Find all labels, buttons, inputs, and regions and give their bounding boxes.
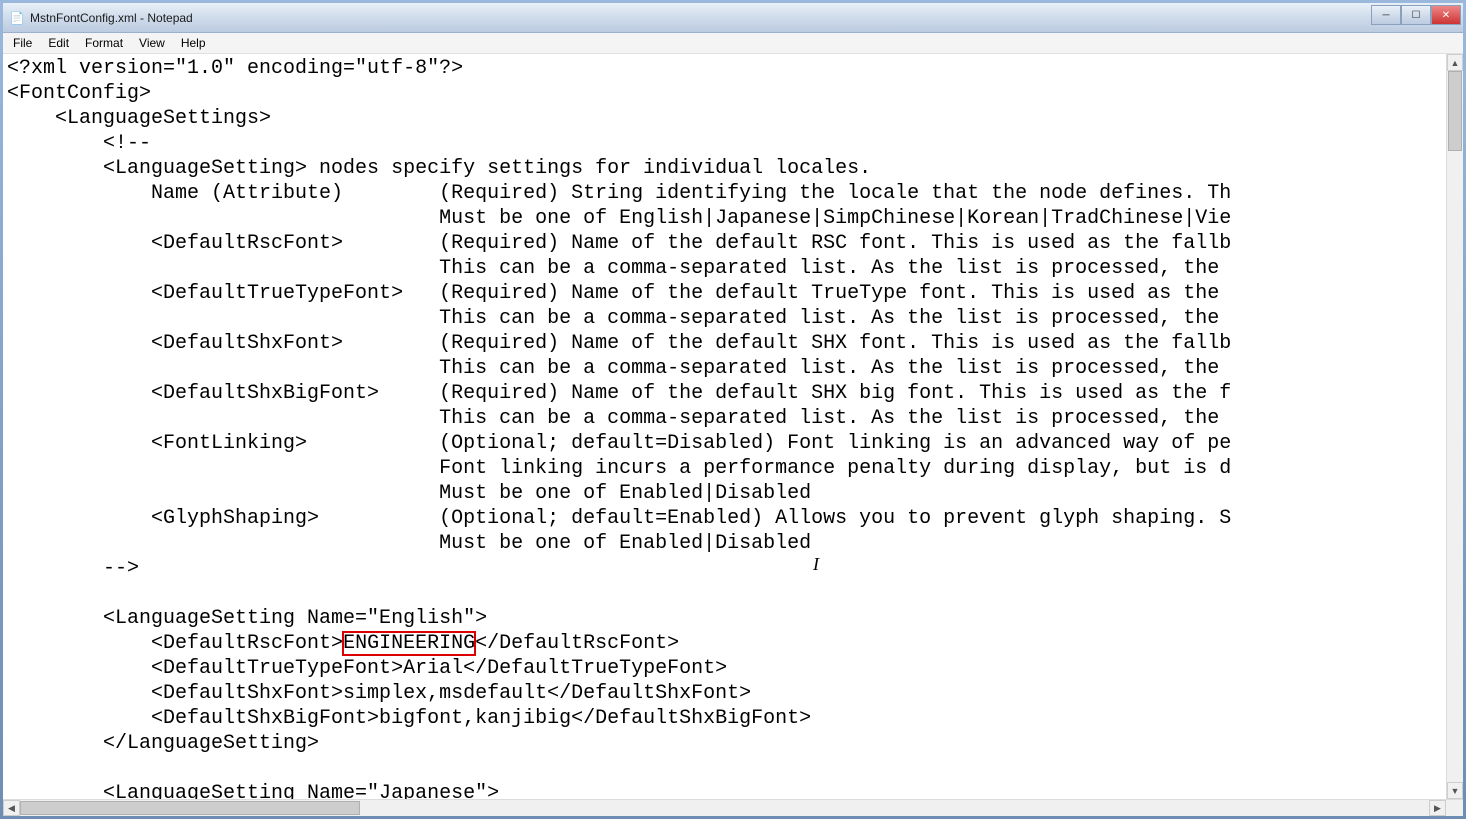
- horizontal-scroll-track[interactable]: [20, 800, 1429, 816]
- code-line: <DefaultTrueTypeFont>Arial</DefaultTrueT…: [7, 657, 727, 680]
- menu-view[interactable]: View: [131, 34, 173, 52]
- app-window: 📄 MstnFontConfig.xml - Notepad ─ ☐ ✕ Fil…: [0, 0, 1466, 819]
- code-line: Name (Attribute) (Required) String ident…: [7, 182, 1231, 205]
- code-line: -->: [7, 557, 139, 580]
- content-area: <?xml version="1.0" encoding="utf-8"?> <…: [3, 54, 1463, 799]
- titlebar[interactable]: 📄 MstnFontConfig.xml - Notepad ─ ☐ ✕: [3, 3, 1463, 33]
- scroll-right-button[interactable]: ▶: [1429, 800, 1446, 816]
- code-line: This can be a comma-separated list. As t…: [7, 407, 1231, 430]
- code-line: <DefaultShxBigFont>bigfont,kanjibig</Def…: [7, 707, 811, 730]
- text-cursor-icon: I: [813, 552, 819, 577]
- code-line: <DefaultRscFont> (Required) Name of the …: [7, 232, 1231, 255]
- code-line: Must be one of English|Japanese|SimpChin…: [7, 207, 1231, 230]
- code-line: Must be one of Enabled|Disabled: [7, 532, 811, 555]
- code-line: This can be a comma-separated list. As t…: [7, 307, 1231, 330]
- code-line: <GlyphShaping> (Optional; default=Enable…: [7, 507, 1231, 530]
- window-controls: ─ ☐ ✕: [1371, 5, 1461, 25]
- code-line-part: <DefaultRscFont>: [7, 632, 343, 655]
- code-line: [7, 757, 103, 780]
- vertical-scroll-thumb[interactable]: [1448, 71, 1462, 151]
- code-line: <LanguageSetting Name="English">: [7, 607, 487, 630]
- notepad-icon: 📄: [9, 10, 25, 26]
- minimize-button[interactable]: ─: [1371, 5, 1401, 25]
- code-line: This can be a comma-separated list. As t…: [7, 357, 1231, 380]
- code-line: <DefaultShxBigFont> (Required) Name of t…: [7, 382, 1231, 405]
- code-line-part: </DefaultRscFont>: [475, 632, 679, 655]
- code-line: <?xml version="1.0" encoding="utf-8"?>: [7, 57, 463, 80]
- menu-help[interactable]: Help: [173, 34, 214, 52]
- code-line: Must be one of Enabled|Disabled: [7, 482, 811, 505]
- horizontal-scrollbar[interactable]: ◀ ▶: [3, 799, 1463, 816]
- code-line: <FontConfig>: [7, 82, 151, 105]
- scroll-corner: [1446, 800, 1463, 816]
- text-editor[interactable]: <?xml version="1.0" encoding="utf-8"?> <…: [3, 54, 1446, 799]
- code-line: <!--: [7, 132, 151, 155]
- code-line: <DefaultShxFont>simplex,msdefault</Defau…: [7, 682, 751, 705]
- horizontal-scroll-thumb[interactable]: [20, 801, 360, 815]
- code-line: </LanguageSetting>: [7, 732, 319, 755]
- code-line: <LanguageSetting> nodes specify settings…: [7, 157, 871, 180]
- scroll-left-button[interactable]: ◀: [3, 800, 20, 816]
- maximize-button[interactable]: ☐: [1401, 5, 1431, 25]
- code-line: <DefaultTrueTypeFont> (Required) Name of…: [7, 282, 1231, 305]
- highlighted-text: ENGINEERING: [343, 632, 475, 655]
- code-line: <DefaultShxFont> (Required) Name of the …: [7, 332, 1231, 355]
- code-line: Font linking incurs a performance penalt…: [7, 457, 1231, 480]
- code-line: <FontLinking> (Optional; default=Disable…: [7, 432, 1231, 455]
- menubar: File Edit Format View Help: [3, 33, 1463, 54]
- code-line: [7, 582, 103, 605]
- scroll-down-button[interactable]: ▼: [1447, 782, 1463, 799]
- window-title: MstnFontConfig.xml - Notepad: [30, 11, 193, 25]
- vertical-scrollbar[interactable]: ▲ ▼: [1446, 54, 1463, 799]
- menu-edit[interactable]: Edit: [40, 34, 77, 52]
- menu-file[interactable]: File: [5, 34, 40, 52]
- close-button[interactable]: ✕: [1431, 5, 1461, 25]
- code-line: <LanguageSettings>: [7, 107, 271, 130]
- code-line: <LanguageSetting Name="Japanese">: [7, 782, 499, 799]
- menu-format[interactable]: Format: [77, 34, 131, 52]
- code-line: This can be a comma-separated list. As t…: [7, 257, 1231, 280]
- scroll-up-button[interactable]: ▲: [1447, 54, 1463, 71]
